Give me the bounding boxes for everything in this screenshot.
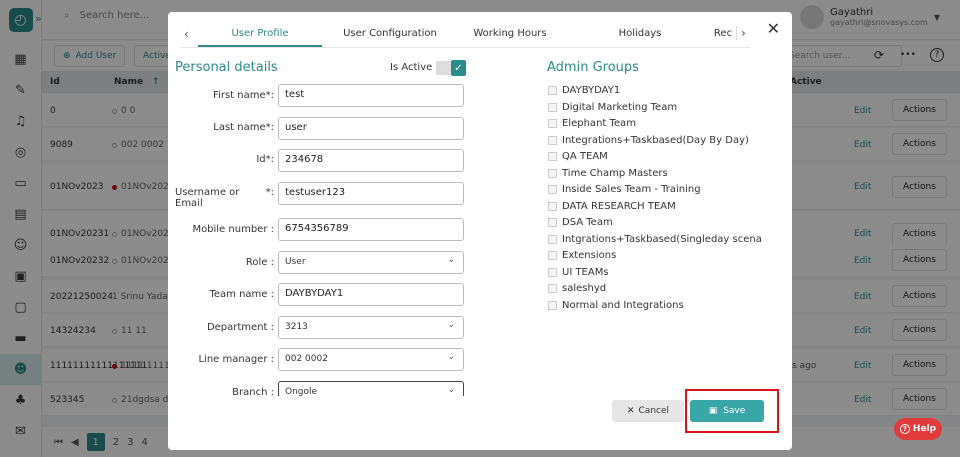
admin-group-item[interactable]: UI TEAMs [548,267,762,278]
branch-label: Branch : [232,387,274,396]
group-checkbox[interactable] [548,119,557,128]
group-label: DATA RESEARCH TEAM [562,200,676,212]
group-label: DAYBYDAY1 [562,85,621,96]
group-label: Intgrations+Taskbased(Singleday scenario… [562,233,762,245]
department-value: 3213 [285,322,308,332]
group-checkbox[interactable] [548,251,557,260]
group-checkbox[interactable] [548,102,557,112]
username-input[interactable]: testuser123 [278,182,464,205]
group-label: DSA Team [562,217,613,228]
department-label: Department : [206,322,274,333]
chevron-down-icon: ⌄ [447,255,455,265]
admin-group-item[interactable]: Intgrations+Taskbased(Singleday scenario… [548,234,762,245]
line-manager-value: 002 0002 [285,354,328,364]
is-active-label: Is Active [390,62,433,73]
group-checkbox[interactable] [548,135,557,145]
group-label: Normal and Integrations [562,299,684,311]
group-label: Time Champ Masters [562,167,668,179]
admin-group-item[interactable]: DATA RESEARCH TEAM [548,201,762,212]
group-label: Elephant Team [562,118,636,129]
role-label: Role : [245,257,274,268]
help-icon: ? [899,424,910,434]
group-checkbox[interactable] [548,168,557,178]
group-checkbox[interactable] [548,86,557,95]
id-label: Id*: [256,154,274,165]
group-label: Extensions [562,250,617,261]
username-required-mark: *: [265,187,274,198]
admin-group-item[interactable]: Integrations+Taskbased(Day By Day) [548,135,762,146]
admin-group-item[interactable]: Elephant Team [548,118,762,129]
branch-select[interactable]: Ongole ⌄ [278,381,464,396]
group-checkbox[interactable] [548,267,557,277]
team-label: Team name : [209,289,274,300]
admin-group-item[interactable]: QA TEAM [548,151,762,162]
group-label: Integrations+Taskbased(Day By Day) [562,134,749,146]
last-name-input[interactable]: user [278,117,464,140]
id-input[interactable]: 234678 [278,149,464,172]
chevron-down-icon: ⌄ [447,352,455,362]
chevron-down-icon: ⌄ [447,320,455,330]
line-manager-select[interactable]: 002 0002 ⌄ [278,348,464,371]
help-label: Help [912,424,937,434]
group-checkbox[interactable] [548,218,557,227]
is-active-toggle[interactable]: ✓ [436,60,466,76]
branch-value: Ongole [285,387,318,396]
admin-group-item[interactable]: Extensions [548,250,762,261]
save-highlight-box [685,389,779,433]
admin-group-item[interactable]: Inside Sales Team - Training [548,184,762,195]
username-label: Username or Email [175,187,240,209]
admin-groups-title: Admin Groups [547,60,639,75]
help-button[interactable]: ? Help [894,418,942,440]
last-name-label: Last name*: [213,122,274,133]
check-icon: ✓ [451,60,466,76]
group-checkbox[interactable] [548,284,557,293]
group-label: UI TEAMs [562,266,609,278]
group-label: saleshyd [562,283,607,294]
form-area: Personal details Is Active ✓ First name*… [168,12,792,396]
close-icon: ✕ [626,406,635,416]
personal-details-title: Personal details [175,60,278,75]
chevron-down-icon: ⌄ [447,385,455,395]
group-label: QA TEAM [562,151,608,162]
cancel-button[interactable]: ✕ Cancel [612,400,684,422]
edit-user-modal: ‹ User Profile User Configuration Workin… [168,12,792,450]
group-checkbox[interactable] [548,201,557,211]
first-name-label: First name*: [213,90,274,101]
group-checkbox[interactable] [548,152,557,161]
department-select[interactable]: 3213 ⌄ [278,316,464,339]
admin-group-item[interactable]: saleshyd [548,283,762,294]
role-select[interactable]: User ⌄ [278,251,464,274]
admin-group-item[interactable]: DSA Team [548,217,762,228]
role-value: User [285,257,306,267]
first-name-input[interactable]: test [278,84,464,107]
group-checkbox[interactable] [548,185,557,194]
mobile-input[interactable]: 6754356789 [278,218,464,241]
admin-group-item[interactable]: Time Champ Masters [548,168,762,179]
team-input[interactable]: DAYBYDAY1 [278,283,464,306]
mobile-label: Mobile number : [192,224,274,235]
admin-group-item[interactable]: Digital Marketing Team [548,102,762,113]
admin-group-item[interactable]: Normal and Integrations [548,300,762,311]
group-label: Digital Marketing Team [562,101,678,113]
line-manager-label: Line manager : [198,354,274,365]
group-label: Inside Sales Team - Training [562,184,701,195]
cancel-label: Cancel [638,406,670,416]
group-checkbox[interactable] [548,300,557,310]
group-checkbox[interactable] [548,234,557,244]
admin-group-item[interactable]: DAYBYDAY1 [548,85,762,96]
